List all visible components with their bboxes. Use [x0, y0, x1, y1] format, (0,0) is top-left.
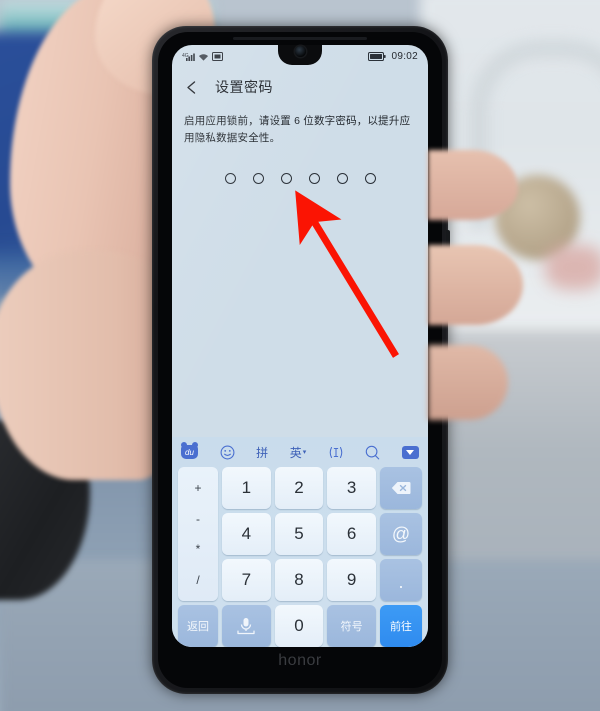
key-slash-label: / [196, 572, 200, 587]
key-0[interactable]: 0 [274, 605, 324, 647]
key-6[interactable]: 6 [327, 513, 376, 555]
key-8[interactable]: 8 [274, 559, 324, 601]
app-bar: 设置密码 [172, 70, 428, 104]
status-bar-right: 09:02 [368, 51, 418, 62]
key-3[interactable]: 3 [327, 467, 376, 509]
empty-circle-icon [224, 173, 236, 184]
cursor-edit-icon[interactable] [328, 445, 344, 460]
key-7[interactable]: 7 [222, 559, 271, 601]
phone-screen: 4G 09:02 设置密码 启用应用锁前，请设置 6 位数字密码，以提升应用隐私… [172, 45, 428, 647]
background-pink-object [545, 245, 600, 290]
key-back[interactable]: 返回 [178, 605, 218, 647]
battery-icon [368, 52, 387, 61]
phone-brand-logo: honor [278, 652, 322, 669]
key-2[interactable]: 2 [274, 467, 324, 509]
svg-text:4G: 4G [182, 53, 189, 59]
finger-middle [428, 245, 523, 325]
pinyin-mode-button[interactable]: 拼 [256, 444, 268, 461]
collapse-keyboard-icon[interactable] [401, 445, 419, 459]
chevron-down-icon: ▾ [302, 449, 307, 456]
empty-circle-icon [308, 173, 320, 184]
password-dots[interactable] [172, 173, 428, 184]
key-go[interactable]: 前往 [380, 605, 422, 647]
keyboard-key-grid: + - * / 1 2 3 4 5 6 @ 7 8 9 . 返回 0 符号 前往 [172, 467, 428, 647]
finger-index [428, 150, 518, 220]
page-title: 设置密码 [215, 79, 273, 95]
screenshot-stage: honor 4G 09:02 设置密码 启用应用锁前，请设置 6 位数字密码，以… [0, 0, 600, 711]
english-mode-label: 英 [289, 445, 302, 460]
empty-circle-icon [252, 173, 264, 184]
key-math-symbols[interactable]: + - * / [178, 467, 218, 601]
front-camera-icon [295, 46, 306, 57]
empty-circle-icon [364, 173, 376, 184]
sim-card-icon [212, 52, 223, 61]
status-bar-left: 4G [182, 52, 223, 62]
emoji-icon[interactable] [220, 445, 235, 460]
back-arrow-icon[interactable] [184, 79, 201, 96]
earpiece-speaker [233, 37, 367, 40]
key-symbols[interactable]: 符号 [327, 605, 376, 647]
password-instruction-text: 启用应用锁前，请设置 6 位数字密码，以提升应用隐私数据安全性。 [184, 115, 411, 144]
key-at[interactable]: @ [380, 513, 422, 555]
key-5[interactable]: 5 [274, 513, 324, 555]
signal-bars-icon: 4G [182, 52, 195, 62]
key-period[interactable]: . [380, 559, 422, 601]
keyboard-toolbar: du 拼 英 ▾ [172, 437, 428, 467]
wifi-icon [198, 52, 209, 62]
key-space-mic[interactable] [222, 605, 271, 647]
key-asterisk-label: * [195, 542, 201, 557]
key-9[interactable]: 9 [327, 559, 376, 601]
key-minus-label: - [196, 511, 200, 526]
key-4[interactable]: 4 [222, 513, 271, 555]
english-mode-button[interactable]: 英 ▾ [290, 444, 307, 461]
finger-ring [428, 345, 508, 420]
empty-circle-icon [336, 173, 348, 184]
status-bar-clock: 09:02 [391, 51, 418, 62]
search-icon[interactable] [365, 445, 380, 460]
key-plus-label: + [194, 481, 202, 496]
key-1[interactable]: 1 [222, 467, 271, 509]
baidu-logo-icon[interactable]: du [181, 442, 198, 459]
empty-circle-icon [280, 173, 292, 184]
numeric-keyboard: du 拼 英 ▾ + - * / 1 2 3 4 5 6 @ 7 8 9 . 返… [172, 437, 428, 647]
key-backspace[interactable] [380, 467, 422, 509]
